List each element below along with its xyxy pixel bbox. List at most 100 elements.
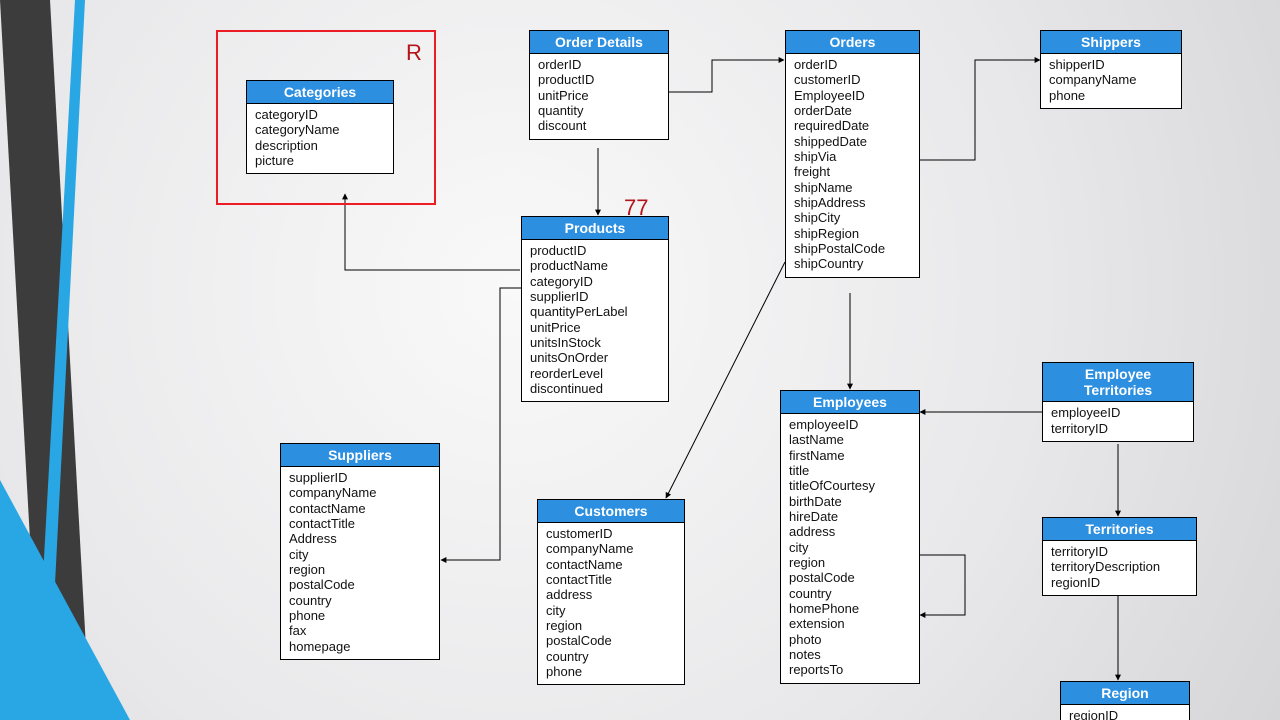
entity-employees-title: Employees <box>781 391 919 414</box>
entity-categories-fields: categoryIDcategoryNamedescriptionpicture <box>247 104 393 173</box>
field: freight <box>794 164 911 179</box>
entity-employee-territories: Employee Territories employeeIDterritory… <box>1042 362 1194 442</box>
field: phone <box>546 664 676 679</box>
rel-orderdetails-orders <box>668 60 784 92</box>
field: shipAddress <box>794 195 911 210</box>
entity-suppliers-fields: supplierIDcompanyNamecontactNamecontactT… <box>281 467 439 659</box>
field: contactTitle <box>546 572 676 587</box>
entity-customers-title: Customers <box>538 500 684 523</box>
field: hireDate <box>789 509 911 524</box>
annotation-r: R <box>406 40 422 66</box>
field: customerID <box>546 526 676 541</box>
field: orderID <box>538 57 660 72</box>
field: employeeID <box>1051 405 1185 420</box>
entity-employees: Employees employeeIDlastNamefirstNametit… <box>780 390 920 684</box>
entity-categories-title: Categories <box>247 81 393 104</box>
field: regionID <box>1051 575 1188 590</box>
field: country <box>289 593 431 608</box>
field: companyName <box>1049 72 1173 87</box>
field: contactName <box>289 501 431 516</box>
entity-employees-fields: employeeIDlastNamefirstNametitletitleOfC… <box>781 414 919 683</box>
field: productID <box>538 72 660 87</box>
entity-empterr-fields: employeeIDterritoryID <box>1043 402 1193 441</box>
entity-orderdetails-title: Order Details <box>530 31 668 54</box>
field: region <box>546 618 676 633</box>
field: quantityPerLabel <box>530 304 660 319</box>
field: picture <box>255 153 385 168</box>
field: territoryDescription <box>1051 559 1188 574</box>
field: unitPrice <box>530 320 660 335</box>
rel-employees-self <box>920 555 965 615</box>
field: address <box>546 587 676 602</box>
field: unitsInStock <box>530 335 660 350</box>
entity-region: Region regionID <box>1060 681 1190 720</box>
rel-products-categories <box>345 194 520 270</box>
field: shipRegion <box>794 226 911 241</box>
entity-products: Products productIDproductNamecategoryIDs… <box>521 216 669 402</box>
field: supplierID <box>530 289 660 304</box>
field: fax <box>289 623 431 638</box>
field: territoryID <box>1051 421 1185 436</box>
field: country <box>546 649 676 664</box>
field: reportsTo <box>789 662 911 677</box>
entity-customers-fields: customerIDcompanyNamecontactNamecontactT… <box>538 523 684 684</box>
entity-products-title: Products <box>522 217 668 240</box>
field: quantity <box>538 103 660 118</box>
field: reorderLevel <box>530 366 660 381</box>
entity-order-details: Order Details orderIDproductIDunitPriceq… <box>529 30 669 140</box>
field: productName <box>530 258 660 273</box>
field: categoryID <box>530 274 660 289</box>
field: address <box>789 524 911 539</box>
field: shipperID <box>1049 57 1173 72</box>
entity-shippers-title: Shippers <box>1041 31 1181 54</box>
entity-territories: Territories territoryIDterritoryDescript… <box>1042 517 1197 596</box>
field: orderDate <box>794 103 911 118</box>
field: homepage <box>289 639 431 654</box>
field: city <box>789 540 911 555</box>
field: description <box>255 138 385 153</box>
entity-region-title: Region <box>1061 682 1189 705</box>
entity-empterr-title: Employee Territories <box>1043 363 1193 402</box>
entity-shippers-fields: shipperIDcompanyNamephone <box>1041 54 1181 108</box>
entity-suppliers: Suppliers supplierIDcompanyNamecontactNa… <box>280 443 440 660</box>
field: country <box>789 586 911 601</box>
field: shipCountry <box>794 256 911 271</box>
field: homePhone <box>789 601 911 616</box>
field: shippedDate <box>794 134 911 149</box>
field: city <box>289 547 431 562</box>
entity-suppliers-title: Suppliers <box>281 444 439 467</box>
er-diagram-canvas: R 77 Categories categoryIDcategoryNamede… <box>0 0 1280 720</box>
entity-orders-fields: orderIDcustomerIDEmployeeIDorderDaterequ… <box>786 54 919 277</box>
field: city <box>546 603 676 618</box>
field: companyName <box>546 541 676 556</box>
field: shipPostalCode <box>794 241 911 256</box>
field: shipCity <box>794 210 911 225</box>
field: phone <box>1049 88 1173 103</box>
field: employeeID <box>789 417 911 432</box>
entity-orders-title: Orders <box>786 31 919 54</box>
field: EmployeeID <box>794 88 911 103</box>
field: contactName <box>546 557 676 572</box>
entity-region-fields: regionID <box>1061 705 1189 720</box>
field: regionID <box>1069 708 1181 720</box>
field: Address <box>289 531 431 546</box>
field: shipName <box>794 180 911 195</box>
field: title <box>789 463 911 478</box>
field: notes <box>789 647 911 662</box>
field: orderID <box>794 57 911 72</box>
field: customerID <box>794 72 911 87</box>
field: region <box>789 555 911 570</box>
entity-shippers: Shippers shipperIDcompanyNamephone <box>1040 30 1182 109</box>
entity-orderdetails-fields: orderIDproductIDunitPricequantitydiscoun… <box>530 54 668 139</box>
entity-orders: Orders orderIDcustomerIDEmployeeIDorderD… <box>785 30 920 278</box>
field: region <box>289 562 431 577</box>
field: supplierID <box>289 470 431 485</box>
field: postalCode <box>789 570 911 585</box>
field: firstName <box>789 448 911 463</box>
rel-orders-shippers <box>920 60 1040 160</box>
field: birthDate <box>789 494 911 509</box>
field: titleOfCourtesy <box>789 478 911 493</box>
field: discontinued <box>530 381 660 396</box>
field: photo <box>789 632 911 647</box>
field: unitPrice <box>538 88 660 103</box>
